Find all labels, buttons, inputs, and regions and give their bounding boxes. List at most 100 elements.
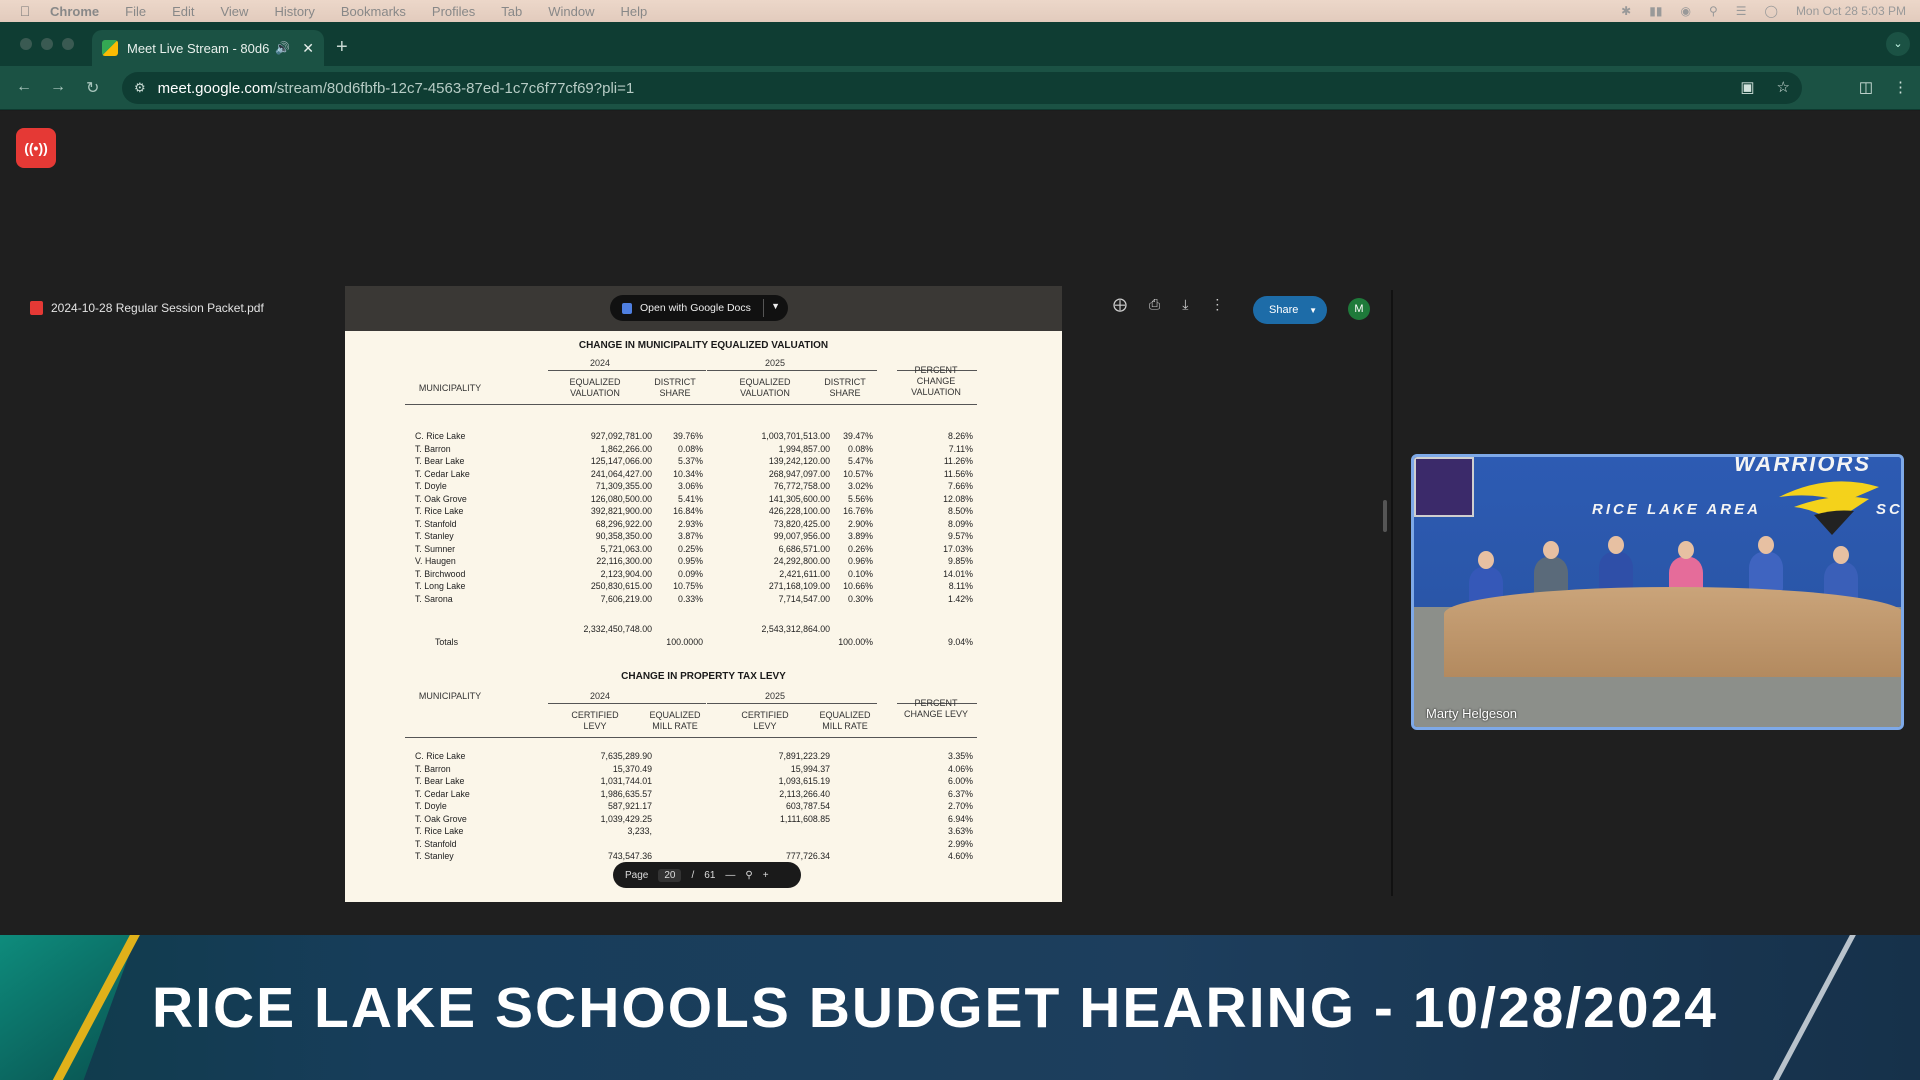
table2-col-cert-b: CERTIFIED LEVY xyxy=(741,710,789,731)
table1-col-share-a: DISTRICT SHARE xyxy=(654,377,696,398)
page-number-input[interactable]: 20 xyxy=(658,868,682,882)
close-tab-icon[interactable]: ✕ xyxy=(302,40,314,57)
menu-bookmarks[interactable]: Bookmarks xyxy=(341,4,406,19)
add-to-drive-icon[interactable]: ⨁ xyxy=(1113,296,1127,313)
table-cell: 7.66% xyxy=(948,481,973,491)
table-cell: T. Barron xyxy=(415,763,451,774)
table-cell: 7.11% xyxy=(948,443,973,454)
table-cell: 10.75% xyxy=(673,581,703,591)
chevron-down-icon[interactable]: ▼ xyxy=(771,301,780,311)
apple-icon[interactable]:  xyxy=(0,3,50,19)
zoom-magnifier-icon[interactable]: ⚲ xyxy=(745,870,752,881)
board-member xyxy=(1749,536,1783,592)
table-cell: 927,092,781.00 xyxy=(590,431,652,441)
site-info-icon[interactable]: ⚙ xyxy=(134,80,146,96)
table1-year-a: 2024 xyxy=(589,358,611,368)
zoom-in-icon[interactable]: + xyxy=(763,870,769,881)
zoom-window-button[interactable] xyxy=(62,38,74,50)
url-domain: meet.google.com xyxy=(157,79,273,97)
table-cell: 2,123,904.00 xyxy=(600,568,652,579)
table-cell: 743,547.36 xyxy=(607,851,652,861)
open-with-label: Open with Google Docs xyxy=(640,302,751,314)
table-cell: 39.47% xyxy=(843,431,873,441)
resize-handle[interactable] xyxy=(1383,500,1387,532)
table2-year-b: 2025 xyxy=(764,691,786,701)
table-cell: T. Cedar Lake xyxy=(415,788,470,799)
zoom-out-icon[interactable]: — xyxy=(725,870,735,881)
extensions-icon[interactable]: ◫ xyxy=(1859,78,1873,96)
menu-chrome[interactable]: Chrome xyxy=(50,4,99,19)
table-cell: 241,064,427.00 xyxy=(590,468,652,479)
table-row: T. Oak Grove 126,080,500.00 5.41% 141,305,6… xyxy=(345,494,1062,507)
address-bar[interactable]: ⚙ meet.google.com /stream/80d6fbfb-12c7-… xyxy=(122,72,1802,104)
more-options-icon[interactable]: ⋮ xyxy=(1210,296,1224,313)
control-center-icon[interactable]: ☰ xyxy=(1736,4,1747,18)
table2-title: CHANGE IN PROPERTY TAX LEVY xyxy=(621,671,786,682)
menu-help[interactable]: Help xyxy=(621,4,648,19)
broadcast-lower-third: RICE LAKE SCHOOLS BUDGET HEARING - 10/28… xyxy=(0,935,1920,1080)
table-row: T. Cedar Lake 241,064,427.00 10.34% 268,947… xyxy=(345,469,1062,482)
menu-profiles[interactable]: Profiles xyxy=(432,4,475,19)
pdf-toolbar: ⨁ ⎙ ⤓ ⋮ xyxy=(1113,296,1224,313)
menu-edit[interactable]: Edit xyxy=(172,4,194,19)
table-cell: 5.56% xyxy=(848,493,873,504)
battery-icon[interactable]: ▮▮ xyxy=(1649,4,1662,18)
participant-video-tile[interactable]: WARRIORS RICE LAKE AREA SC Marty Helgeso… xyxy=(1411,454,1904,730)
table-cell: 0.30% xyxy=(848,593,873,604)
table-cell: T. Stanfold xyxy=(415,518,457,529)
table-cell: 5.47% xyxy=(848,456,873,466)
back-icon[interactable]: ← xyxy=(16,78,32,96)
reload-icon[interactable]: ↻ xyxy=(86,78,99,98)
share-button[interactable]: Share ▼ xyxy=(1253,296,1327,324)
table-cell: 7,606,219.00 xyxy=(600,593,652,604)
menu-history[interactable]: History xyxy=(274,4,314,19)
open-with-google-docs-button[interactable]: Open with Google Docs ▼ xyxy=(610,295,788,321)
table-cell: T. Doyle xyxy=(415,481,447,491)
wifi-icon[interactable]: ◉ xyxy=(1680,4,1690,18)
table-row: C. Rice Lake 7,635,289.90 7,891,223.29 3.35… xyxy=(345,751,1062,764)
menu-window[interactable]: Window xyxy=(548,4,594,19)
bookmark-star-icon[interactable]: ☆ xyxy=(1777,78,1790,96)
table-cell: 11.26% xyxy=(943,456,973,466)
bluetooth-icon[interactable]: ✱ xyxy=(1621,4,1631,18)
install-app-icon[interactable]: ▣ xyxy=(1740,78,1754,96)
table-row: T. Birchwood 2,123,904.00 0.09% 2,421,611.0… xyxy=(345,569,1062,582)
table-cell: 4.60% xyxy=(948,851,973,861)
table1-col-percent: PERCENT CHANGE VALUATION xyxy=(911,365,961,397)
table-cell: 15,994.37 xyxy=(790,763,830,774)
tab-search-icon[interactable]: ⌄ xyxy=(1886,32,1910,56)
print-icon[interactable]: ⎙ xyxy=(1149,296,1160,313)
page-label: Page xyxy=(625,869,649,881)
menu-view[interactable]: View xyxy=(220,4,248,19)
minimize-window-button[interactable] xyxy=(41,38,53,50)
chrome-menu-icon[interactable]: ⋮ xyxy=(1893,78,1908,96)
table-cell: 8.09% xyxy=(948,518,973,529)
audio-playing-icon[interactable]: 🔊 xyxy=(275,41,290,55)
spotlight-icon[interactable]: ⚲ xyxy=(1709,4,1718,18)
table2-col-municipality: MUNICIPALITY xyxy=(418,691,482,701)
menu-tab[interactable]: Tab xyxy=(501,4,522,19)
table-cell: 10.57% xyxy=(843,468,873,479)
forward-icon[interactable]: → xyxy=(50,78,66,96)
table-cell: 250,830,615.00 xyxy=(590,581,652,591)
table-cell: 1.42% xyxy=(948,593,973,604)
download-icon[interactable]: ⤓ xyxy=(1182,296,1188,313)
menu-file[interactable]: File xyxy=(125,4,146,19)
browser-tab-active[interactable]: Meet Live Stream - 80d6 🔊 ✕ xyxy=(92,30,324,66)
banner-title: RICE LAKE SCHOOLS BUDGET HEARING - 10/28… xyxy=(152,976,1718,1040)
page-total: 61 xyxy=(704,869,716,881)
new-tab-icon[interactable]: + xyxy=(336,36,348,59)
chevron-down-icon[interactable]: ▼ xyxy=(1309,306,1317,315)
table-cell: 587,921.17 xyxy=(607,801,652,811)
pdf-viewer[interactable]: Open with Google Docs ▼ CHANGE IN MUNICI… xyxy=(345,286,1062,902)
table-cell: T. Cedar Lake xyxy=(415,468,470,479)
omnibox-actions: ▣ ☆ xyxy=(1740,78,1790,96)
close-window-button[interactable] xyxy=(20,38,32,50)
table-row: T. Barron 1,862,266.00 0.08% 1,994,857.00 0.… xyxy=(345,444,1062,457)
avatar[interactable]: M xyxy=(1348,298,1370,320)
table-cell: T. Rice Lake xyxy=(415,826,464,836)
menubar-clock[interactable]: Mon Oct 28 5:03 PM xyxy=(1796,4,1906,18)
table-cell: T. Sumner xyxy=(415,543,456,554)
table-cell: 7,891,223.29 xyxy=(778,751,830,761)
siri-icon[interactable]: ◯ xyxy=(1765,4,1778,18)
